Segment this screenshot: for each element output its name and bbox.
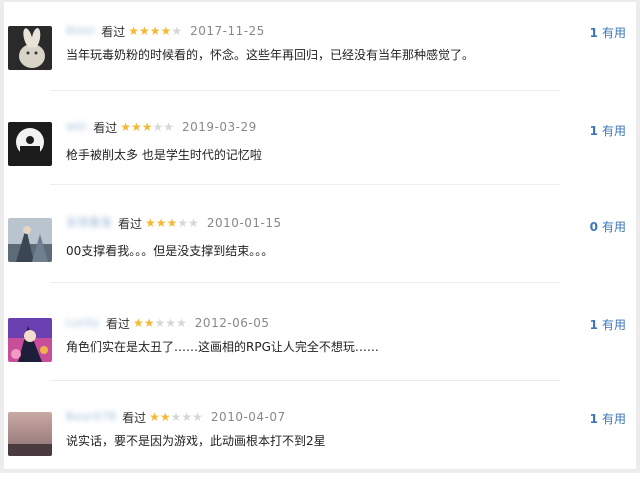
star-rating: ★ ★ ★ ★ ★	[145, 217, 199, 229]
review-date: 2012-06-05	[194, 316, 270, 330]
star-filled-icon: ★	[149, 410, 160, 424]
watch-status: 看过	[118, 216, 143, 231]
review-item: 安琪重鬼 看过 ★ ★ ★ ★ ★ 2010-01-15 00支撑看我。。。但是没支撑到…	[8, 212, 636, 302]
divider	[50, 380, 560, 381]
star-filled-icon: ★	[141, 120, 153, 134]
star-filled-icon: ★	[120, 120, 131, 134]
useful-button[interactable]: 有用	[602, 412, 626, 426]
useful-button[interactable]: 有用	[602, 220, 626, 234]
star-empty-icon: ★	[181, 410, 193, 424]
avatar[interactable]	[8, 412, 52, 456]
star-filled-icon: ★	[145, 216, 156, 230]
useful-vote[interactable]: 1 有用	[590, 410, 626, 427]
review-item: Alexi 看过 ★ ★ ★ ★ ★ 2017-11-25 当年玩毒奶粉的时候看的，怀念…	[8, 20, 636, 110]
star-empty-icon: ★	[188, 216, 199, 230]
star-rating: ★ ★ ★ ★ ★	[133, 317, 187, 329]
star-filled-icon: ★	[132, 316, 144, 330]
review-item: Bear678 看过 ★ ★ ★ ★ ★ 2010-04-07 说实话，要不是因为游戏，…	[8, 406, 636, 496]
divider	[50, 90, 560, 91]
avatar[interactable]	[8, 318, 52, 362]
watch-status: 看过	[101, 24, 126, 39]
useful-vote[interactable]: 0 有用	[590, 218, 626, 235]
star-filled-icon: ★	[139, 24, 150, 38]
useful-count: 1	[589, 412, 598, 426]
watch-status: 看过	[105, 316, 130, 331]
star-rating: ★ ★ ★ ★ ★	[120, 121, 174, 133]
useful-vote[interactable]: 1 有用	[590, 24, 626, 41]
star-empty-icon: ★	[176, 316, 187, 330]
review-date: 2019-03-29	[182, 120, 257, 134]
star-empty-icon: ★	[171, 24, 183, 38]
useful-button[interactable]: 有用	[602, 26, 626, 40]
star-filled-icon: ★	[166, 216, 178, 230]
useful-vote[interactable]: 1 有用	[590, 122, 626, 139]
star-empty-icon: ★	[165, 316, 177, 330]
watch-status: 看过	[93, 120, 118, 135]
useful-count: 1	[589, 26, 598, 40]
watch-status: 看过	[122, 410, 147, 425]
star-filled-icon: ★	[149, 24, 161, 38]
star-empty-icon: ★	[163, 120, 175, 134]
useful-button[interactable]: 有用	[602, 318, 626, 332]
star-filled-icon: ★	[160, 24, 172, 38]
useful-button[interactable]: 有用	[602, 124, 626, 138]
review-date: 2017-11-25	[190, 24, 265, 38]
useful-count: 1	[589, 124, 598, 138]
star-empty-icon: ★	[170, 410, 182, 424]
avatar[interactable]	[8, 122, 52, 166]
avatar[interactable]	[8, 218, 52, 262]
star-filled-icon: ★	[159, 410, 171, 424]
username[interactable]: Lucky	[66, 316, 100, 330]
username[interactable]: wkt	[66, 120, 87, 134]
review-date: 2010-04-07	[210, 410, 286, 424]
star-empty-icon: ★	[152, 120, 164, 134]
review-date: 2010-01-15	[206, 216, 282, 230]
star-rating: ★ ★ ★ ★ ★	[149, 411, 203, 423]
star-empty-icon: ★	[154, 316, 166, 330]
star-empty-icon: ★	[192, 410, 203, 424]
star-filled-icon: ★	[128, 24, 140, 38]
star-filled-icon: ★	[143, 316, 155, 330]
review-item: wkt 看过 ★ ★ ★ ★ ★ 2019-03-29 枪手被削太多 也是学生时代的记忆…	[8, 116, 636, 206]
review-text: 角色们实在是太丑了……这画相的RPG让人完全不想玩……	[66, 340, 379, 354]
review-text: 当年玩毒奶粉的时候看的，怀念。这些年再回归，已经没有当年那种感觉了。	[66, 48, 475, 62]
star-empty-icon: ★	[177, 216, 189, 230]
useful-count: 1	[589, 318, 598, 332]
review-item: Lucky 看过 ★ ★ ★ ★ ★ 2012-06-05 角色们实在是太丑了……这画相…	[8, 312, 636, 402]
username[interactable]: Alexi	[66, 24, 95, 38]
star-filled-icon: ★	[130, 120, 142, 134]
review-text: 枪手被削太多 也是学生时代的记忆啦	[66, 148, 262, 162]
divider	[50, 282, 560, 283]
review-text: 说实话，要不是因为游戏，此动画根本打不到2星	[66, 434, 326, 448]
avatar[interactable]	[8, 26, 52, 70]
useful-count: 0	[589, 220, 598, 234]
divider	[50, 184, 560, 185]
review-text: 00支撑看我。。。但是没支撑到结束。。。	[66, 244, 274, 258]
username[interactable]: Bear678	[66, 410, 116, 424]
star-filled-icon: ★	[155, 216, 167, 230]
username[interactable]: 安琪重鬼	[66, 216, 112, 230]
star-rating: ★ ★ ★ ★ ★	[128, 25, 182, 37]
useful-vote[interactable]: 1 有用	[590, 316, 626, 333]
